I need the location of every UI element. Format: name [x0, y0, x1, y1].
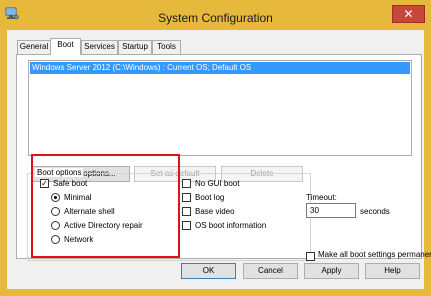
tab-tools[interactable]: Tools — [152, 40, 181, 54]
os-list-item-selected[interactable]: Windows Server 2012 (C:\Windows) : Curre… — [30, 62, 410, 74]
radio-label: Minimal — [64, 193, 92, 202]
tab-boot[interactable]: Boot — [50, 38, 81, 55]
window: System Configuration ✕ General Boot Serv… — [0, 0, 431, 296]
timeout-input[interactable]: 30 — [306, 203, 356, 218]
close-icon[interactable]: ✕ — [403, 7, 413, 21]
radio-button[interactable] — [51, 207, 60, 216]
checkbox-label: No GUI boot — [195, 179, 240, 188]
radio-label: Alternate shell — [64, 207, 115, 216]
close-button[interactable]: ✕ — [392, 5, 425, 23]
radio-button[interactable] — [51, 221, 60, 230]
checkbox-box[interactable] — [306, 252, 315, 261]
tab-services[interactable]: Services — [81, 40, 118, 54]
checkbox-label: Base video — [195, 207, 235, 216]
tab-label: Services — [84, 42, 115, 51]
cancel-button[interactable]: Cancel — [243, 263, 298, 279]
tab-general[interactable]: General — [17, 40, 51, 54]
ok-button[interactable]: OK — [181, 263, 236, 279]
boot-tab-panel: Windows Server 2012 (C:\Windows) : Curre… — [16, 54, 422, 261]
radio-button[interactable] — [51, 235, 60, 244]
tab-startup[interactable]: Startup — [118, 40, 152, 54]
os-list[interactable]: Windows Server 2012 (C:\Windows) : Curre… — [28, 60, 412, 156]
checkbox-label: OS boot information — [195, 221, 267, 230]
radio-label: Active Directory repair — [64, 221, 143, 230]
checkmark-icon[interactable]: ✓ — [40, 179, 49, 188]
checkbox-label: Make all boot settings permanent — [318, 250, 431, 259]
checkbox-box[interactable] — [182, 221, 191, 230]
help-button[interactable]: Help — [365, 263, 420, 279]
safe-boot-label: Safe boot — [53, 179, 88, 188]
radio-button-selected[interactable] — [51, 193, 60, 202]
seconds-label: seconds — [360, 207, 390, 216]
tab-label: Tools — [157, 42, 176, 51]
tab-label: Boot — [57, 40, 74, 49]
tab-label: General — [19, 42, 49, 51]
tab-label: Startup — [122, 42, 148, 51]
title-bar[interactable]: System Configuration ✕ — [0, 0, 431, 30]
checkbox-box[interactable] — [182, 193, 191, 202]
dialog-body: General Boot Services Startup Tools Wind… — [7, 30, 431, 289]
window-title: System Configuration — [158, 11, 273, 25]
checkbox-box[interactable] — [182, 179, 191, 188]
checkbox-box[interactable] — [182, 207, 191, 216]
checkbox-label: Boot log — [195, 193, 225, 202]
radio-label: Network — [64, 235, 94, 244]
timeout-label: Timeout: — [306, 193, 337, 202]
apply-button[interactable]: Apply — [304, 263, 359, 279]
